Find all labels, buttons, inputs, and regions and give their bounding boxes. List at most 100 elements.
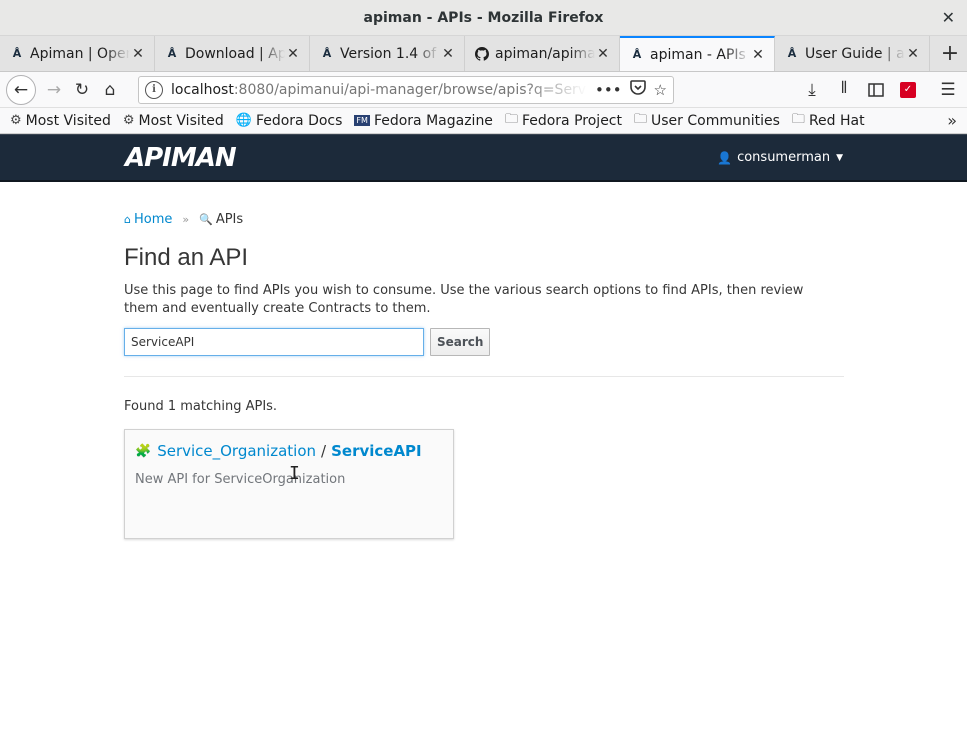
tab-strip: Å Apiman | Open Source API ✕ Å Download … xyxy=(0,36,967,72)
folder-icon: 🗀 xyxy=(791,111,805,127)
bookmark-label: Fedora Docs xyxy=(255,112,343,129)
tab-label: apiman/apiman xyxy=(495,45,595,62)
bookmark-user-communities[interactable]: 🗀 User Communities xyxy=(634,110,780,132)
breadcrumb-home[interactable]: ⌂ Home xyxy=(124,212,172,227)
apiman-logo[interactable]: APIMAN xyxy=(125,143,237,173)
bookmark-most-visited[interactable]: ⚙ Most Visited xyxy=(10,113,111,129)
bookmark-label: Fedora Project xyxy=(521,112,622,129)
library-icon[interactable]: 𝍪 xyxy=(831,76,857,104)
tab-close-icon[interactable]: ✕ xyxy=(905,46,921,62)
apiman-icon: Å xyxy=(787,47,797,60)
search-row: Search xyxy=(124,328,843,356)
breadcrumb-separator: » xyxy=(182,213,190,226)
search-input[interactable] xyxy=(124,328,424,356)
bookmark-label: Most Visited xyxy=(138,112,224,129)
puzzle-icon: 🧩 xyxy=(135,443,152,459)
reload-button[interactable]: ↻ xyxy=(68,76,96,104)
tab-label: Apiman | Open Source API xyxy=(30,45,130,62)
api-card-title: 🧩 Service_Organization / ServiceAPI xyxy=(135,442,443,460)
bookmark-red-hat[interactable]: 🗀 Red Hat xyxy=(792,110,865,132)
window-title: apiman - APIs - Mozilla Firefox xyxy=(363,9,604,26)
breadcrumb-home-label: Home xyxy=(133,212,173,227)
username: consumerman xyxy=(737,150,831,165)
api-link[interactable]: ServiceAPI xyxy=(331,442,422,460)
extension-icon[interactable]: ✓ xyxy=(895,76,921,104)
home-icon: ⌂ xyxy=(124,213,131,226)
fm-icon: FM xyxy=(354,115,370,126)
title-separator: / xyxy=(321,442,327,460)
breadcrumb-current: 🔍 APIs xyxy=(199,212,243,227)
apiman-icon: Å xyxy=(632,48,642,61)
url-text[interactable]: localhost:8080/apimanui/api-manager/brow… xyxy=(171,82,587,98)
tab-close-icon[interactable]: ✕ xyxy=(285,46,301,62)
user-menu[interactable]: 👤 consumerman ▼ xyxy=(717,150,843,165)
new-tab-button[interactable]: + xyxy=(933,36,967,71)
home-button[interactable]: ⌂ xyxy=(96,76,124,104)
main-content: ⌂ Home » 🔍 APIs Find an API Use this page … xyxy=(0,182,967,539)
page-title: Find an API xyxy=(124,244,249,271)
bookmark-label: Red Hat xyxy=(808,112,865,129)
tab-apiman-apis[interactable]: Å apiman - APIs ✕ xyxy=(620,36,775,71)
tab-label: Version 1.4 of Apiman xyxy=(340,45,440,62)
text-cursor-icon: I xyxy=(289,463,300,484)
org-link[interactable]: Service_Organization xyxy=(157,442,316,460)
api-result-card: 🧩 Service_Organization / ServiceAPI New … xyxy=(124,429,454,539)
gear-icon: ⚙ xyxy=(122,113,135,128)
page-actions-icon[interactable]: ••• xyxy=(595,81,622,99)
breadcrumb: ⌂ Home » 🔍 APIs xyxy=(124,212,843,227)
apiman-icon: Å xyxy=(167,47,177,60)
apiman-icon: Å xyxy=(12,47,22,60)
url-bar[interactable]: i localhost:8080/apimanui/api-manager/br… xyxy=(138,75,674,104)
bookmark-star-icon[interactable]: ☆ xyxy=(654,81,667,99)
tab-close-icon[interactable]: ✕ xyxy=(440,46,456,62)
search-button[interactable]: Search xyxy=(430,328,491,356)
download-icon[interactable]: ⤓ xyxy=(799,76,825,104)
window-titlebar: apiman - APIs - Mozilla Firefox ✕ xyxy=(0,0,967,36)
pocket-icon[interactable] xyxy=(629,80,646,99)
bookmark-most-visited-2[interactable]: ⚙ Most Visited xyxy=(123,113,224,129)
window-close-icon[interactable]: ✕ xyxy=(942,8,955,27)
user-icon: 👤 xyxy=(717,150,733,165)
apiman-icon: Å xyxy=(322,47,332,60)
sidebar-icon[interactable] xyxy=(863,76,889,104)
bookmarks-overflow-icon[interactable]: » xyxy=(947,111,957,130)
results-count: Found 1 matching APIs. xyxy=(124,399,278,414)
menu-icon[interactable]: ☰ xyxy=(935,76,961,104)
tab-github[interactable]: apiman/apiman ✕ xyxy=(465,36,620,71)
app-header: APIMAN 👤 consumerman ▼ xyxy=(0,134,967,182)
tab-version[interactable]: Å Version 1.4 of Apiman ✕ xyxy=(310,36,465,71)
chevron-down-icon: ▼ xyxy=(836,152,843,163)
tab-apiman-open-source[interactable]: Å Apiman | Open Source API ✕ xyxy=(0,36,155,71)
tab-user-guide[interactable]: Å User Guide | apiman ✕ xyxy=(775,36,930,71)
github-icon xyxy=(475,46,489,61)
url-host: localhost xyxy=(171,81,234,98)
gear-icon: ⚙ xyxy=(10,113,22,128)
folder-icon: 🗀 xyxy=(504,111,518,127)
bookmark-fedora-project[interactable]: 🗀 Fedora Project xyxy=(505,110,622,132)
tab-close-icon[interactable]: ✕ xyxy=(130,46,146,62)
url-path: :8080/apimanui/api-manager/browse/apis?q… xyxy=(233,81,587,98)
folder-icon: 🗀 xyxy=(634,111,648,127)
bookmark-fedora-magazine[interactable]: FM Fedora Magazine xyxy=(354,113,493,129)
globe-icon: 🌐 xyxy=(235,113,252,128)
bookmark-fedora-docs[interactable]: 🌐 Fedora Docs xyxy=(236,113,343,129)
tab-label: Download | Apiman xyxy=(185,45,285,62)
breadcrumb-current-label: APIs xyxy=(215,212,244,227)
bookmark-label: User Communities xyxy=(651,112,780,129)
tab-close-icon[interactable]: ✕ xyxy=(595,46,611,62)
bookmarks-bar: ⚙ Most Visited ⚙ Most Visited 🌐 Fedora Docs… xyxy=(0,108,967,134)
toolbar-right: ⤓ 𝍪 ✓ ☰ xyxy=(799,76,961,104)
tab-close-icon[interactable]: ✕ xyxy=(750,47,766,63)
nav-bar: ← → ↻ ⌂ i localhost:8080/apimanui/api-ma… xyxy=(0,72,967,108)
info-icon[interactable]: i xyxy=(145,80,163,99)
divider xyxy=(124,376,844,377)
forward-button[interactable]: → xyxy=(40,76,68,104)
bookmark-label: Most Visited xyxy=(25,112,111,129)
tab-label: apiman - APIs xyxy=(650,46,746,63)
back-button[interactable]: ← xyxy=(6,74,36,105)
page-description: Use this page to find APIs you wish to c… xyxy=(124,283,804,316)
tab-label: User Guide | apiman xyxy=(805,45,905,62)
bookmark-label: Fedora Magazine xyxy=(373,112,493,129)
search-icon: 🔍 xyxy=(199,213,213,226)
tab-download[interactable]: Å Download | Apiman ✕ xyxy=(155,36,310,71)
